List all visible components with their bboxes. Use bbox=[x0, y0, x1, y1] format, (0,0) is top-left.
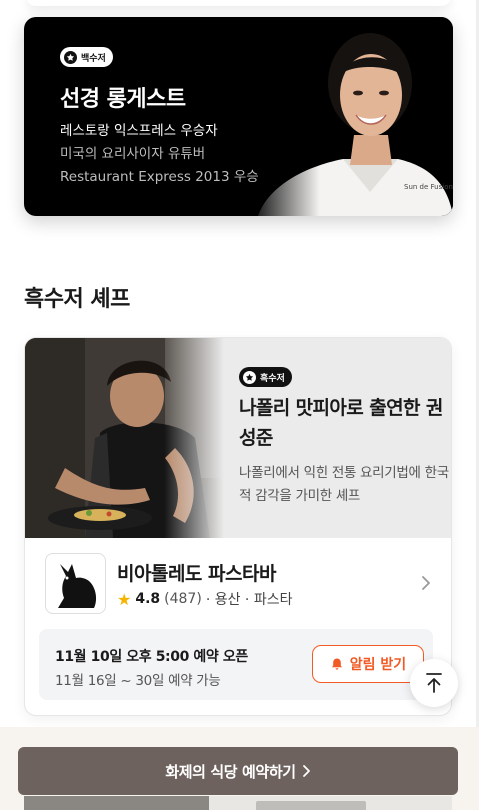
alert-button-label: 알림 받기 bbox=[349, 657, 407, 673]
get-alert-button[interactable]: 알림 받기 bbox=[312, 645, 424, 683]
review-count: (487) bbox=[164, 591, 202, 607]
white-spoon-chef-card[interactable]: Sun de Fusion 백수저 선경 롱게스트 레스토랑 익스프레스 우승자… bbox=[24, 17, 453, 216]
white-spoon-badge: 백수저 bbox=[60, 47, 113, 67]
bell-icon bbox=[331, 658, 342, 670]
chef-award: Restaurant Express 2013 우승 bbox=[60, 169, 259, 185]
chef-tagline: 레스토랑 익스프레스 우승자 bbox=[60, 123, 218, 139]
badge-label: 흑수저 bbox=[260, 373, 285, 384]
scroll-to-top-button[interactable] bbox=[410, 659, 458, 707]
cta-label: 화제의 식당 예약하기 bbox=[165, 762, 296, 781]
chef-hero: 흑수저 나폴리 맛피아로 출연한 권성준 나폴리에서 익힌 전통 요리기법에 한… bbox=[25, 338, 451, 538]
coat-text: Sun de Fusion bbox=[404, 183, 453, 191]
spoon-icon bbox=[64, 50, 77, 64]
chef-cooking-photo bbox=[25, 338, 224, 538]
spoon-icon bbox=[243, 370, 256, 384]
chef-name: 선경 롱게스트 bbox=[60, 87, 186, 112]
restaurant-logo bbox=[45, 553, 106, 614]
restaurant-name[interactable]: 비아톨레도 파스타바 bbox=[117, 559, 276, 586]
restaurant-meta: ★ 4.8 (487) · 용산 · 파스타 bbox=[117, 589, 292, 609]
badge-label: 백수저 bbox=[81, 53, 106, 64]
chef-headline: 나폴리 맛피아로 출연한 권성준 bbox=[239, 397, 443, 449]
next-card-peek bbox=[24, 796, 452, 810]
reservation-range: 11월 16일 ~ 30일 예약 가능 bbox=[55, 673, 221, 689]
section-title: 흑수저 셰프 bbox=[24, 287, 130, 312]
star-icon: ★ bbox=[117, 589, 132, 609]
chef-description: 나폴리에서 익힌 전통 요리기법에 한국적 감각을 가미한 셰프 bbox=[239, 465, 449, 504]
arrow-up-icon bbox=[426, 673, 442, 693]
black-spoon-badge: 흑수저 bbox=[239, 367, 292, 387]
reservation-info: 11월 10일 오후 5:00 예약 오픈 11월 16일 ~ 30일 예약 가… bbox=[39, 629, 433, 700]
reservation-open-time: 11월 10일 오후 5:00 예약 오픈 bbox=[55, 649, 248, 665]
black-spoon-chef-card[interactable]: 흑수저 나폴리 맛피아로 출연한 권성준 나폴리에서 익힌 전통 요리기법에 한… bbox=[24, 337, 452, 716]
chef-photo: Sun de Fusion bbox=[248, 17, 453, 216]
chevron-right-icon bbox=[302, 765, 310, 777]
reserve-trending-button[interactable]: 화제의 식당 예약하기 bbox=[18, 747, 458, 795]
chevron-right-icon[interactable] bbox=[417, 572, 435, 594]
restaurant-location: · 용산 · 파스타 bbox=[205, 592, 293, 608]
previous-card-edge bbox=[26, 0, 451, 6]
rating-value: 4.8 bbox=[135, 591, 161, 607]
cat-logo-icon bbox=[57, 563, 96, 608]
chef-description: 미국의 요리사이자 유튜버 bbox=[60, 146, 206, 162]
